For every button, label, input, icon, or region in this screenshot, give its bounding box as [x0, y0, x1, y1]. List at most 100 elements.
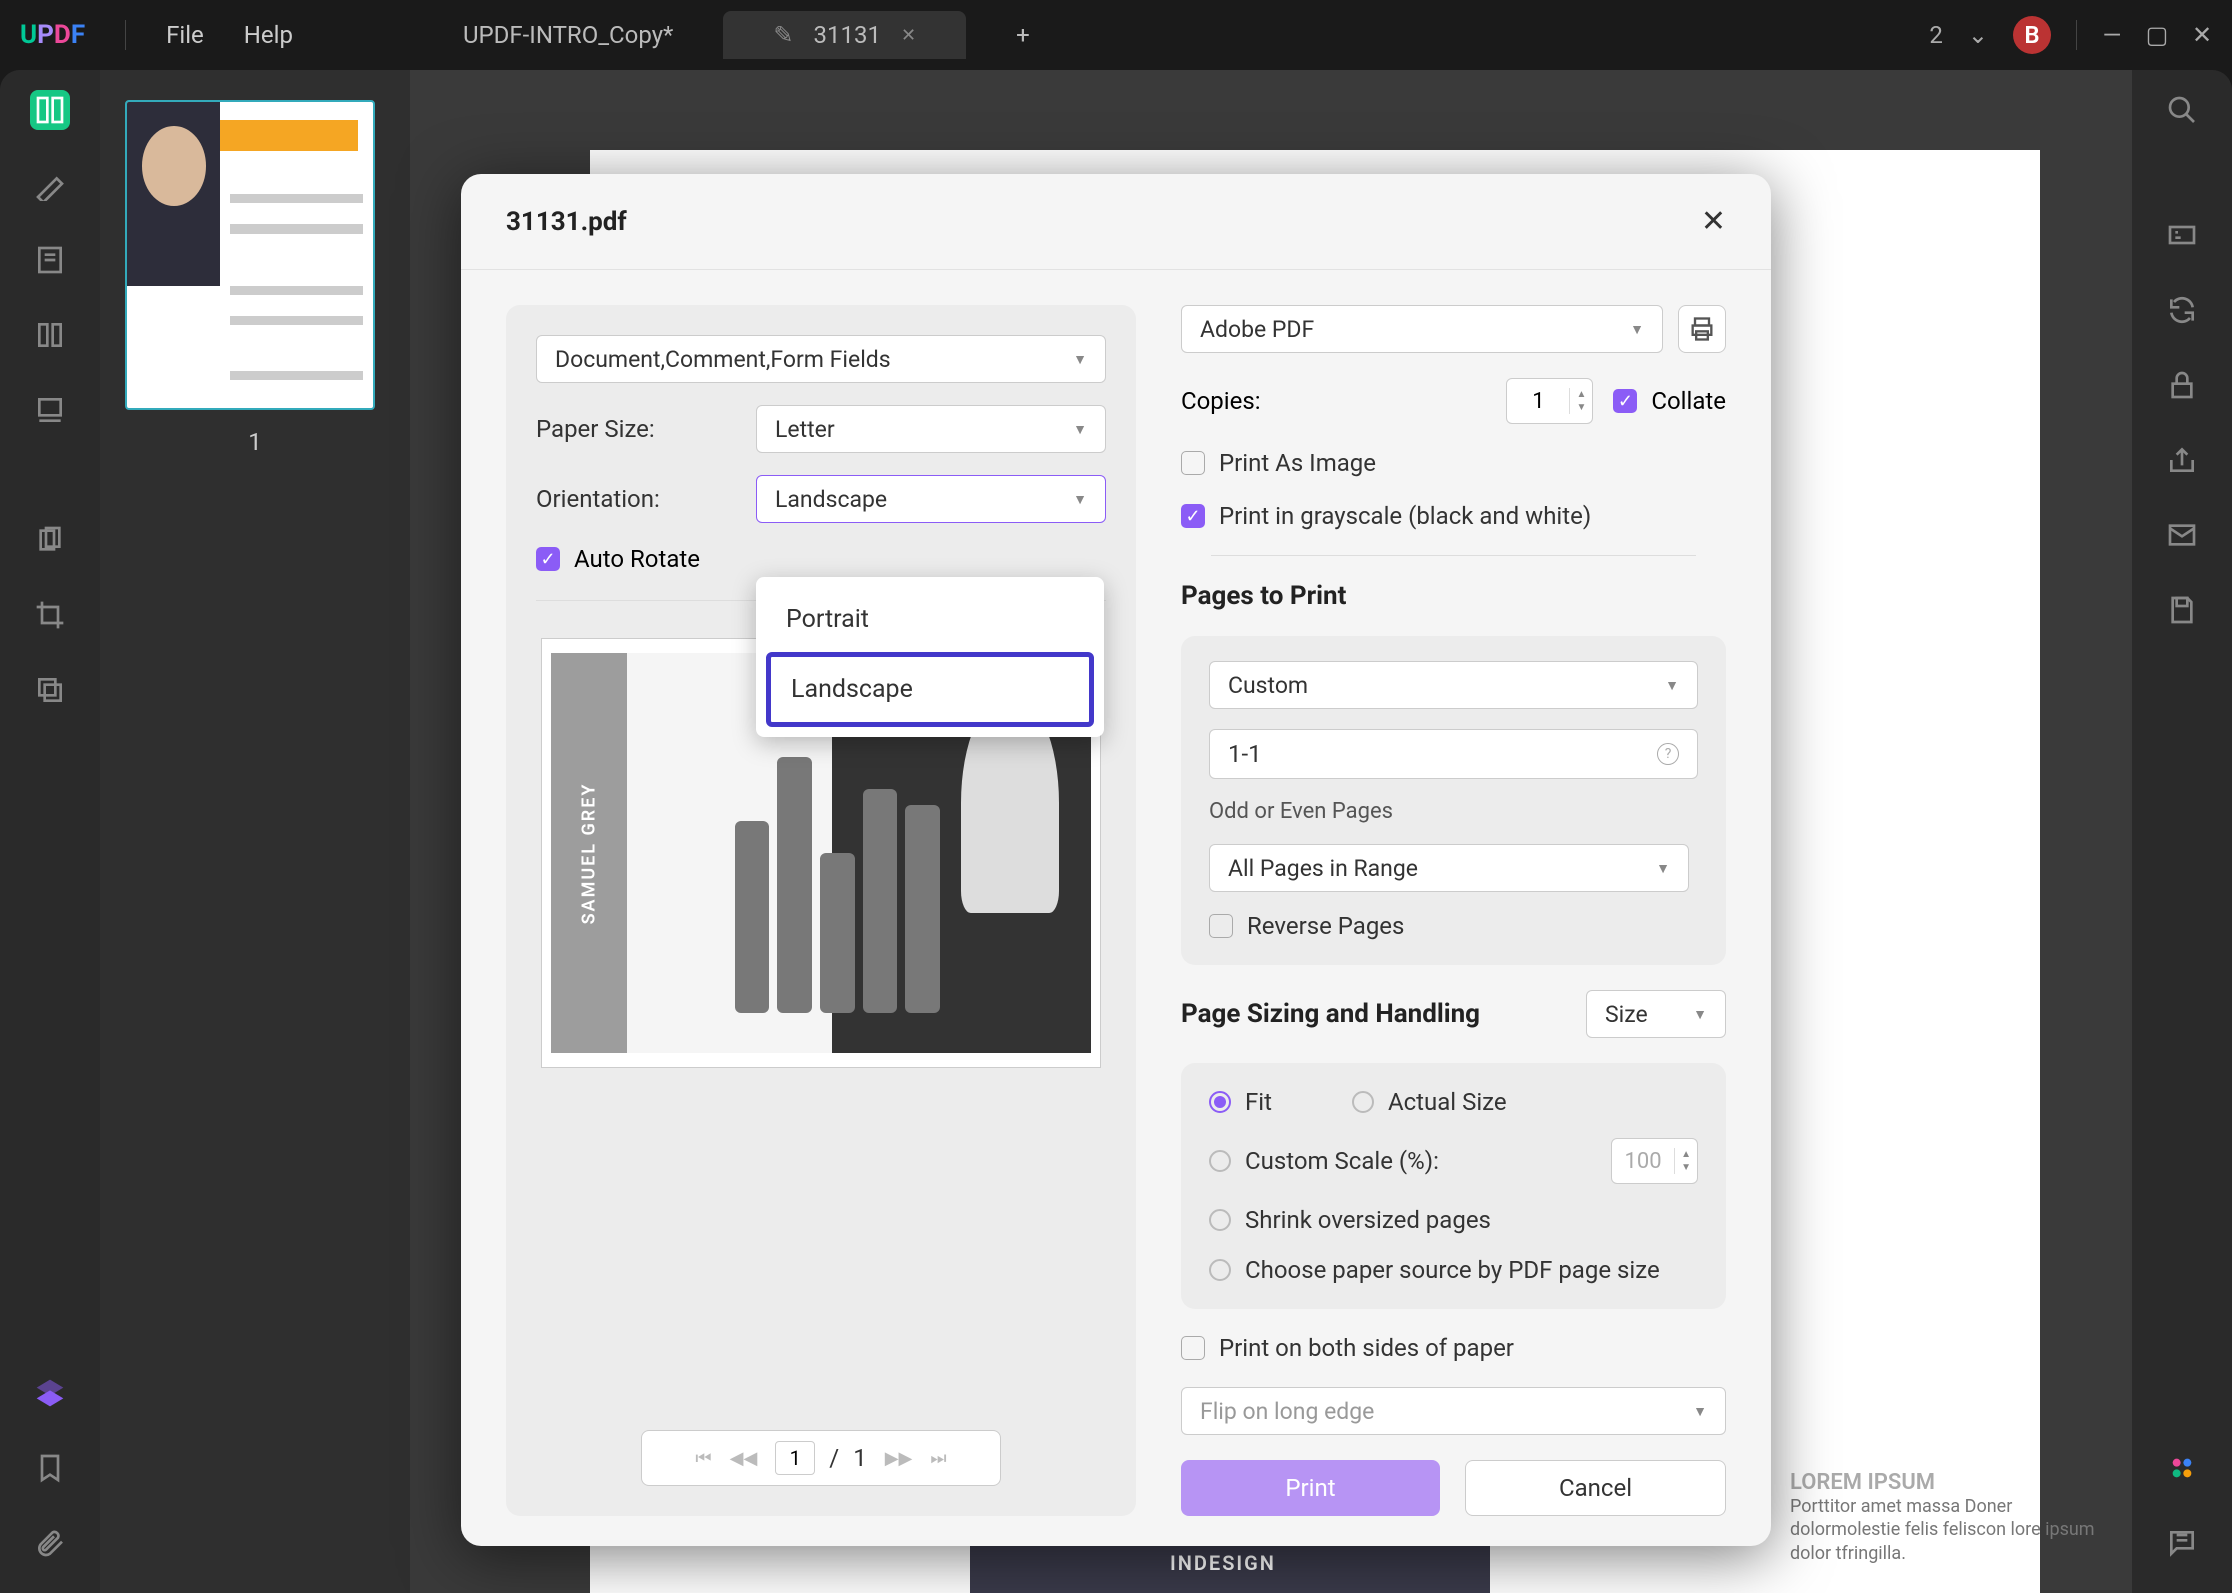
print-dialog: 31131.pdf ✕ Document,Comment,Form Fields… [461, 174, 1771, 1546]
chevron-down-icon: ▼ [1693, 1403, 1707, 1420]
maximize-icon[interactable]: ▢ [2147, 25, 2167, 45]
stepper-up-icon[interactable]: ▲ [1570, 388, 1592, 401]
total-pages: 1 [853, 1444, 867, 1472]
copies-label: Copies: [1181, 387, 1261, 415]
plus-icon: + [1016, 21, 1030, 49]
pages-mode-select[interactable]: Custom ▼ [1209, 661, 1698, 709]
scale-input[interactable] [1612, 1149, 1674, 1174]
actual-size-label: Actual Size [1388, 1088, 1507, 1116]
content-type-select[interactable]: Document,Comment,Form Fields ▼ [536, 335, 1106, 383]
print-left-panel: Document,Comment,Form Fields ▼ Paper Siz… [506, 305, 1136, 1516]
option-portrait[interactable]: Portrait [766, 587, 1094, 652]
user-avatar[interactable]: B [2013, 16, 2051, 54]
stepper-down-icon[interactable]: ▼ [1675, 1161, 1697, 1174]
current-page-input[interactable] [775, 1441, 815, 1475]
custom-scale-radio[interactable] [1209, 1150, 1231, 1172]
actual-size-radio[interactable] [1352, 1091, 1374, 1113]
orientation-value: Landscape [775, 486, 887, 513]
pages-range-value: 1-1 [1228, 740, 1262, 768]
window-controls: 2 ⌄ B — ▢ ✕ [1929, 16, 2212, 54]
chevron-down-icon: ▼ [1656, 860, 1670, 877]
print-as-image-checkbox[interactable] [1181, 451, 1205, 475]
orientation-select[interactable]: Landscape ▼ [756, 475, 1106, 523]
choose-source-label: Choose paper source by PDF page size [1245, 1256, 1660, 1284]
cancel-button[interactable]: Cancel [1465, 1460, 1726, 1516]
chevron-down-icon: ▼ [1073, 491, 1087, 508]
printer-settings-icon[interactable] [1678, 305, 1726, 353]
auto-rotate-label: Auto Rotate [574, 545, 700, 573]
tab-document-1[interactable]: ✎ 31131 ✕ [723, 11, 966, 59]
grayscale-checkbox[interactable] [1181, 504, 1205, 528]
paper-size-select[interactable]: Letter ▼ [756, 405, 1106, 453]
main-area: 1 INDESIGN 2018 - 2021 LOREM IPSUM LOREM… [0, 70, 2232, 1593]
fit-label: Fit [1245, 1088, 1272, 1116]
orientation-dropdown: Portrait Landscape [756, 577, 1104, 737]
app-titlebar: UPDF File Help UPDF-INTRO_Copy* ✎ 31131 … [0, 0, 2232, 70]
sizing-mode-select[interactable]: Size ▼ [1586, 990, 1726, 1038]
divider [125, 20, 126, 50]
close-window-icon[interactable]: ✕ [2192, 25, 2212, 45]
tab-label: 31131 [814, 21, 881, 49]
odd-even-label: Odd or Even Pages [1209, 799, 1698, 824]
divider [2076, 20, 2077, 50]
preview-pager: ⏮ ◀◀ / 1 ▶▶ ⏭ [641, 1430, 1001, 1486]
paper-size-label: Paper Size: [536, 415, 736, 443]
info-icon[interactable]: ? [1657, 743, 1679, 765]
option-landscape[interactable]: Landscape [766, 652, 1094, 727]
print-right-panel: Adobe PDF ▼ Copies: ▲▼ Collate [1181, 305, 1726, 1516]
menu-help[interactable]: Help [244, 21, 293, 49]
stepper-down-icon[interactable]: ▼ [1570, 401, 1592, 414]
flip-value: Flip on long edge [1200, 1398, 1374, 1425]
paper-size-value: Letter [775, 416, 835, 443]
shrink-radio[interactable] [1209, 1209, 1231, 1231]
tab-document-0[interactable]: UPDF-INTRO_Copy* [393, 11, 723, 59]
copies-input[interactable] [1507, 389, 1569, 414]
scale-stepper[interactable]: ▲▼ [1611, 1138, 1698, 1184]
chevron-down-icon: ▼ [1665, 677, 1679, 694]
count-label: 2 [1929, 21, 1943, 49]
odd-even-select[interactable]: All Pages in Range ▼ [1209, 844, 1689, 892]
chevron-down-icon: ▼ [1073, 351, 1087, 368]
chevron-down-icon[interactable]: ⌄ [1968, 21, 1988, 49]
print-button[interactable]: Print [1181, 1460, 1440, 1516]
content-type-value: Document,Comment,Form Fields [555, 346, 891, 373]
chevron-down-icon: ▼ [1693, 1006, 1707, 1023]
dialog-title: 31131.pdf [506, 207, 627, 237]
collate-checkbox[interactable] [1613, 389, 1637, 413]
chevron-down-icon: ▼ [1073, 421, 1087, 438]
prev-page-icon[interactable]: ◀◀ [730, 1448, 758, 1469]
auto-rotate-checkbox[interactable] [536, 547, 560, 571]
app-logo: UPDF [20, 20, 85, 50]
both-sides-checkbox[interactable] [1181, 1336, 1205, 1360]
copies-stepper[interactable]: ▲▼ [1506, 378, 1593, 424]
odd-even-value: All Pages in Range [1228, 855, 1418, 882]
menu-file[interactable]: File [166, 21, 204, 49]
pages-range-input[interactable]: 1-1? [1209, 729, 1698, 779]
custom-scale-label: Custom Scale (%): [1245, 1147, 1439, 1175]
choose-source-radio[interactable] [1209, 1259, 1231, 1281]
flip-select[interactable]: Flip on long edge ▼ [1181, 1387, 1726, 1435]
printer-value: Adobe PDF [1200, 316, 1314, 343]
printer-select[interactable]: Adobe PDF ▼ [1181, 305, 1663, 353]
reverse-label: Reverse Pages [1247, 912, 1404, 940]
fit-radio[interactable] [1209, 1091, 1231, 1113]
collate-label: Collate [1651, 387, 1726, 415]
shrink-label: Shrink oversized pages [1245, 1206, 1491, 1234]
last-page-icon[interactable]: ⏭ [930, 1448, 946, 1469]
preview-name: SAMUEL GREY [578, 782, 599, 924]
minimize-icon[interactable]: — [2102, 25, 2122, 45]
reverse-checkbox[interactable] [1209, 914, 1233, 938]
page-sep: / [829, 1444, 839, 1472]
dialog-header: 31131.pdf ✕ [461, 174, 1771, 270]
close-icon[interactable]: ✕ [901, 25, 916, 46]
new-tab-button[interactable]: + [966, 11, 1080, 59]
dialog-close-icon[interactable]: ✕ [1701, 204, 1726, 239]
first-page-icon[interactable]: ⏮ [695, 1448, 711, 1469]
stepper-up-icon[interactable]: ▲ [1675, 1148, 1697, 1161]
sizing-mode-value: Size [1605, 1001, 1648, 1028]
document-tabs: UPDF-INTRO_Copy* ✎ 31131 ✕ + [393, 11, 1080, 59]
next-page-icon[interactable]: ▶▶ [885, 1448, 913, 1469]
print-as-image-label: Print As Image [1219, 449, 1376, 477]
pages-mode-value: Custom [1228, 672, 1308, 699]
separator [1211, 555, 1696, 556]
